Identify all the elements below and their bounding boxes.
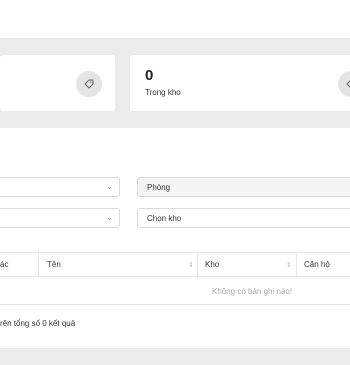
pagination-summary: rên tổng số 0 kết quả <box>0 319 76 328</box>
stat-value: 0 <box>145 67 154 84</box>
empty-message: Không có bản ghi nào! <box>212 287 293 296</box>
filter-select-1[interactable]: ⌄ <box>0 177 120 197</box>
warehouse-select[interactable]: Chọn kho <box>137 208 350 228</box>
column-header-name[interactable]: Tên <box>47 260 61 269</box>
column-header[interactable]: ác <box>0 260 8 269</box>
column-divider <box>38 253 39 278</box>
column-header-apartment[interactable]: Căn hộ <box>304 260 330 269</box>
stat-card-left <box>0 55 115 111</box>
select-value: Chọn kho <box>147 214 182 223</box>
tag-icon <box>338 71 350 97</box>
column-header-warehouse[interactable]: Kho <box>205 260 219 269</box>
sort-icon[interactable]: ⇕ <box>286 261 292 269</box>
filter-select-2[interactable]: ⌄ <box>0 208 120 228</box>
tag-icon <box>76 71 102 97</box>
column-divider <box>197 253 198 278</box>
stat-label: Trong kho <box>145 88 181 97</box>
stat-card-in-stock: 0 Trong kho <box>130 55 350 111</box>
chevron-down-icon: ⌄ <box>106 213 113 222</box>
sort-icon[interactable]: ⇕ <box>188 261 194 269</box>
chevron-down-icon: ⌄ <box>106 182 113 191</box>
table-header: ác Tên ⇕ Kho ⇕ Căn hộ <box>0 252 350 278</box>
empty-row: Không có bản ghi nào! <box>0 277 350 305</box>
column-divider <box>296 253 297 278</box>
footer-band <box>0 348 350 365</box>
select-value: Phòng <box>147 183 171 192</box>
room-select[interactable]: Phòng <box>137 177 350 197</box>
